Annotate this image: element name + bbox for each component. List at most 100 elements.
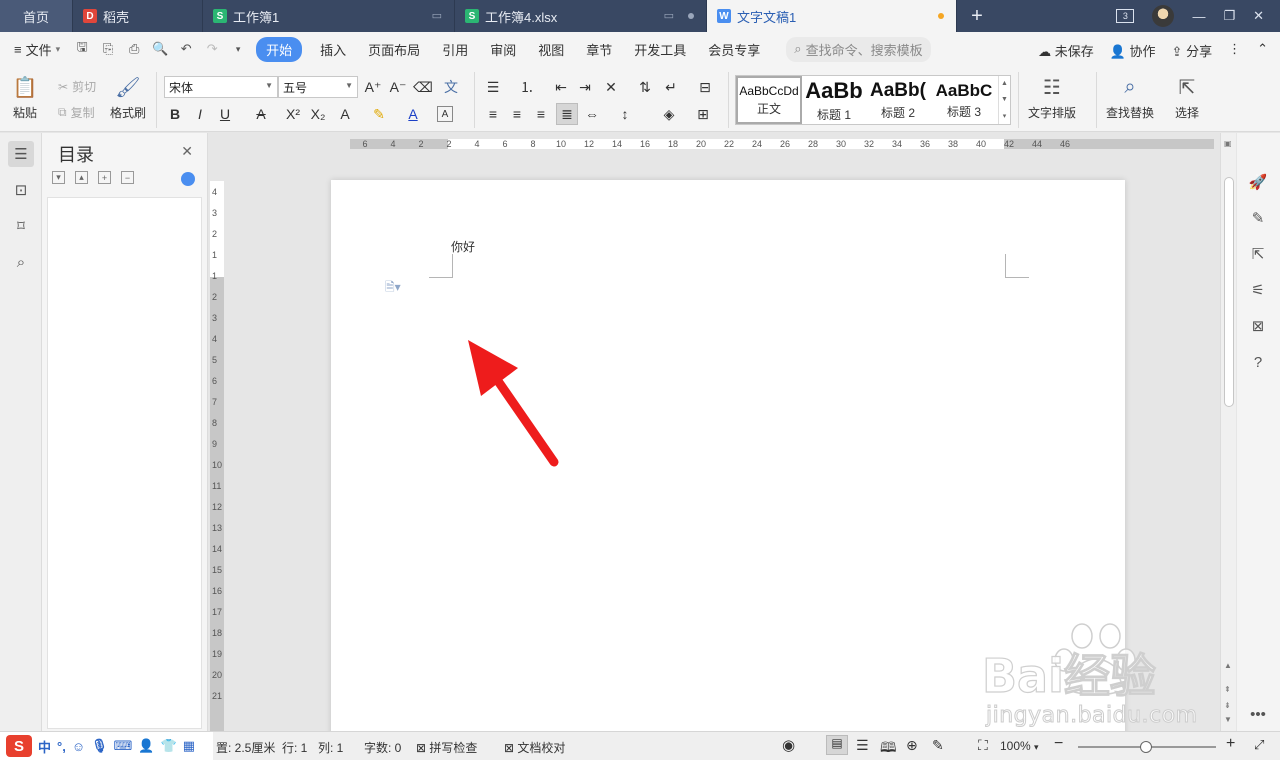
underline-icon[interactable]: U [214,103,236,125]
skin-icon[interactable]: 👕 [161,738,177,754]
microphone-icon[interactable]: 🎙 [91,738,108,754]
more-horizontal-icon[interactable]: ••• [1247,703,1269,725]
select-pointer-icon[interactable]: ⇱ [1247,243,1269,265]
zoom-in-icon[interactable]: + [1226,735,1235,753]
menu-insert[interactable]: 插入 [320,40,346,59]
zoom-slider-handle[interactable] [1140,741,1152,753]
text-effect-icon[interactable]: A [334,103,356,125]
chapter-nav-icon[interactable]: ⊡ [8,177,34,203]
highlight-icon[interactable]: ✎ [368,103,390,125]
customize-toolbar-icon[interactable]: ▾ [230,42,246,56]
scroll-top-icon[interactable]: ▣ [1224,139,1232,148]
page-view-icon[interactable]: ▤ [826,735,848,755]
copy-button[interactable]: ⧉ 复制 [58,104,95,121]
spell-check-button[interactable]: ⊠ 拼写检查 [416,739,477,756]
menu-view[interactable]: 视图 [538,40,564,59]
tab-workbook4[interactable]: S 工作簿4.xlsx ▭ [455,0,707,32]
chevron-up-icon[interactable]: ▲ [1224,661,1232,670]
paragraph-menu-icon[interactable]: 🗎▾ [385,278,401,299]
status-word-count[interactable]: 字数: 0 [364,739,401,756]
backup-icon[interactable]: ⊠ [1247,315,1269,337]
share-button[interactable]: ⇪ 分享 [1172,41,1213,60]
collapse-ribbon-icon[interactable]: ⌃ [1257,41,1268,60]
tab-modified-dot[interactable] [688,13,694,19]
chevron-up-icon[interactable]: ▲ [1001,80,1008,87]
text-layout-button[interactable]: ☷ 文字排版 [1028,74,1076,121]
menu-references[interactable]: 引用 [442,40,468,59]
undo-icon[interactable]: ↶ [178,41,194,56]
window-count-icon[interactable]: 3 [1116,9,1135,23]
italic-icon[interactable]: I [189,103,211,125]
menu-review[interactable]: 审阅 [490,40,516,59]
avatar[interactable] [1152,5,1175,27]
page-up-icon[interactable]: ⇞ [1224,685,1231,694]
tab-docer[interactable]: D 稻壳 [73,0,203,32]
smart-toc-icon[interactable] [181,172,195,186]
punctuation-icon[interactable]: °, [57,739,66,754]
style-heading1[interactable]: AaBb 标题 1 [802,76,866,124]
web-view-icon[interactable]: ⊕ [906,737,918,754]
style-heading3[interactable]: AaBbC 标题 3 [932,76,996,124]
write-view-icon[interactable]: ✎ [932,737,944,754]
close-icon[interactable]: ✕ [1253,8,1264,24]
file-menu[interactable]: ≡ 文件 ▾ [14,40,60,59]
char-border-icon[interactable]: A [437,106,453,122]
style-heading2[interactable]: AaBb( 标题 2 [866,76,930,124]
font-name-select[interactable]: 宋体 ▼ [164,76,278,98]
outline-view-icon[interactable]: ☰ [856,737,869,754]
strikethrough-icon[interactable]: A [250,103,272,125]
print-icon[interactable]: ⎙ [126,41,142,56]
toc-list[interactable] [47,197,202,729]
bullet-list-icon[interactable]: ☰ [482,76,504,98]
shading-icon[interactable]: ◈ [658,103,680,125]
align-right-icon[interactable]: ≡ [530,103,552,125]
adjust-icon[interactable]: ⚟ [1247,279,1269,301]
tab-unsaved-dot[interactable] [938,13,944,19]
collab-button[interactable]: 👤 协作 [1110,41,1156,60]
clear-format-icon[interactable]: ⌫ [412,76,434,98]
align-center-icon[interactable]: ≡ [506,103,528,125]
ime-mode-toggle[interactable]: 中 [38,737,51,756]
subscript-icon[interactable]: X₂ [307,103,329,125]
fit-page-icon[interactable]: ⛶ [978,737,988,754]
borders-icon[interactable]: ⊞ [692,103,714,125]
status-margin[interactable]: 置: 2.5厘米 [216,739,275,756]
style-normal[interactable]: AaBbCcDd 正文 [736,76,802,124]
expand-all-icon[interactable]: ▾ [52,171,65,184]
keyboard-icon[interactable]: ⌨ [114,738,133,754]
monitor-icon[interactable]: ▭ [664,9,674,22]
proofread-button[interactable]: ⊠ 文档校对 [504,739,565,756]
close-icon[interactable]: ✕ [181,143,193,160]
menu-section[interactable]: 章节 [586,40,612,59]
vertical-scrollbar[interactable]: ▣ ▲ ⇞ ⇟ ▼ [1220,133,1236,731]
collapse-all-icon[interactable]: ▴ [75,171,88,184]
bold-icon[interactable]: B [164,103,186,125]
chevron-down-icon[interactable]: ▼ [1001,96,1008,103]
sort-icon[interactable]: ⇅ [634,76,656,98]
menu-member[interactable]: 会员专享 [708,40,760,59]
export-pdf-icon[interactable]: ⎘ [100,41,116,56]
menu-page-layout[interactable]: 页面布局 [368,40,420,59]
style-gallery-scroll[interactable]: ▲ ▼ ▾ [998,76,1010,124]
help-icon[interactable]: ? [1247,351,1269,373]
document-text[interactable]: 你好 [451,238,475,255]
chinese-layout-icon[interactable]: ✕ [600,76,622,98]
pen-icon[interactable]: ✎ [1247,207,1269,229]
tab-home[interactable]: 首页 [0,0,73,32]
status-line[interactable]: 行: 1 [282,739,307,756]
restore-icon[interactable]: ❐ [1223,8,1235,24]
search-icon[interactable]: ⌕ [8,249,34,275]
emoji-icon[interactable]: ☺ [72,739,85,754]
format-painter-button[interactable]: 🖌 格式刷 [110,74,146,121]
monitor-icon[interactable]: ▭ [432,9,442,22]
select-button[interactable]: ⇱ 选择 [1174,74,1200,121]
page-down-icon[interactable]: ⇟ [1224,701,1231,710]
shrink-font-icon[interactable]: A⁻ [387,76,409,98]
align-justify-icon[interactable]: ≣ [556,103,578,125]
superscript-icon[interactable]: X² [282,103,304,125]
vertical-ruler[interactable]: 4 3 2 1 1 2 3 4 5 6 7 8 9 10 11 12 13 14 15 16 17 18 19 20 21 [208,155,226,731]
new-tab-button[interactable]: + [957,0,997,32]
horizontal-ruler[interactable]: 6 4 2 2 4 6 8 10 12 14 16 18 20 22 24 26 28 30 32 34 36 38 40 4… [208,133,1220,155]
toolbox-icon[interactable]: ▦ [183,738,195,754]
increase-indent-icon[interactable]: ⇥ [574,76,596,98]
